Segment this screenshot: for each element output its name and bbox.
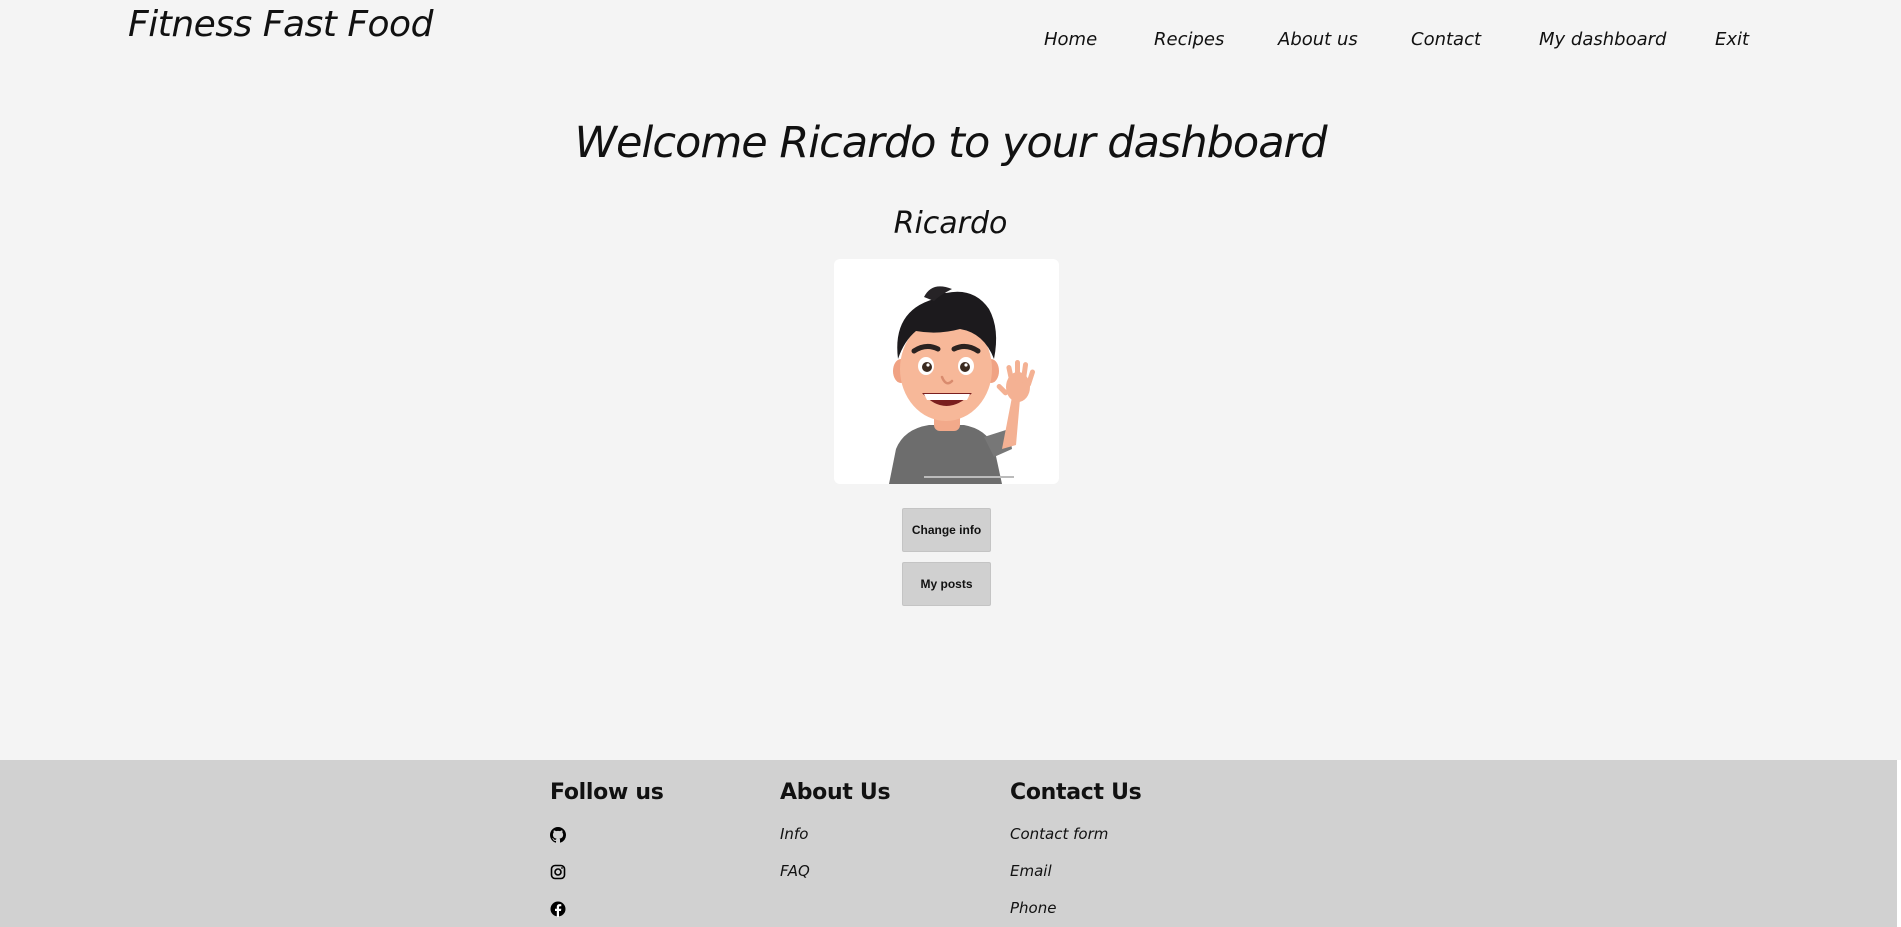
avatar	[834, 259, 1059, 484]
facebook-icon[interactable]	[550, 901, 566, 917]
footer-link-contact-form[interactable]: Contact form	[1010, 825, 1108, 843]
memoji-avatar-icon	[889, 286, 1035, 484]
footer-link-info[interactable]: Info	[780, 825, 808, 843]
footer-link-phone[interactable]: Phone	[1010, 899, 1056, 917]
nav-recipes[interactable]: Recipes	[1154, 29, 1224, 50]
instagram-icon[interactable]	[550, 864, 566, 880]
page-edge-strip	[1897, 760, 1901, 927]
welcome-heading: Welcome Ricardo to your dashboard	[574, 118, 1327, 168]
my-posts-button[interactable]: My posts	[902, 562, 991, 606]
nav-my-dashboard[interactable]: My dashboard	[1539, 29, 1666, 50]
main-nav: Home Recipes About us Contact My dashboa…	[0, 29, 1901, 55]
footer-follow-column: Follow us	[550, 780, 664, 917]
footer-link-email[interactable]: Email	[1010, 862, 1052, 880]
nav-exit[interactable]: Exit	[1715, 29, 1749, 50]
footer-follow-title: Follow us	[550, 780, 664, 805]
footer-contact-column: Contact Us Contact form Email Phone	[1010, 780, 1142, 917]
nav-contact[interactable]: Contact	[1411, 29, 1481, 50]
github-icon[interactable]	[550, 827, 566, 843]
footer-contact-title: Contact Us	[1010, 780, 1142, 805]
nav-about-us[interactable]: About us	[1278, 29, 1358, 50]
footer-about-title: About Us	[780, 780, 891, 805]
change-info-button[interactable]: Change info	[902, 508, 991, 552]
footer: Follow us About Us Info FAQ Contact Us C…	[0, 760, 1897, 927]
username-heading: Ricardo	[893, 206, 1008, 241]
nav-home[interactable]: Home	[1044, 29, 1097, 50]
footer-about-column: About Us Info FAQ	[780, 780, 891, 880]
footer-link-faq[interactable]: FAQ	[780, 862, 810, 880]
